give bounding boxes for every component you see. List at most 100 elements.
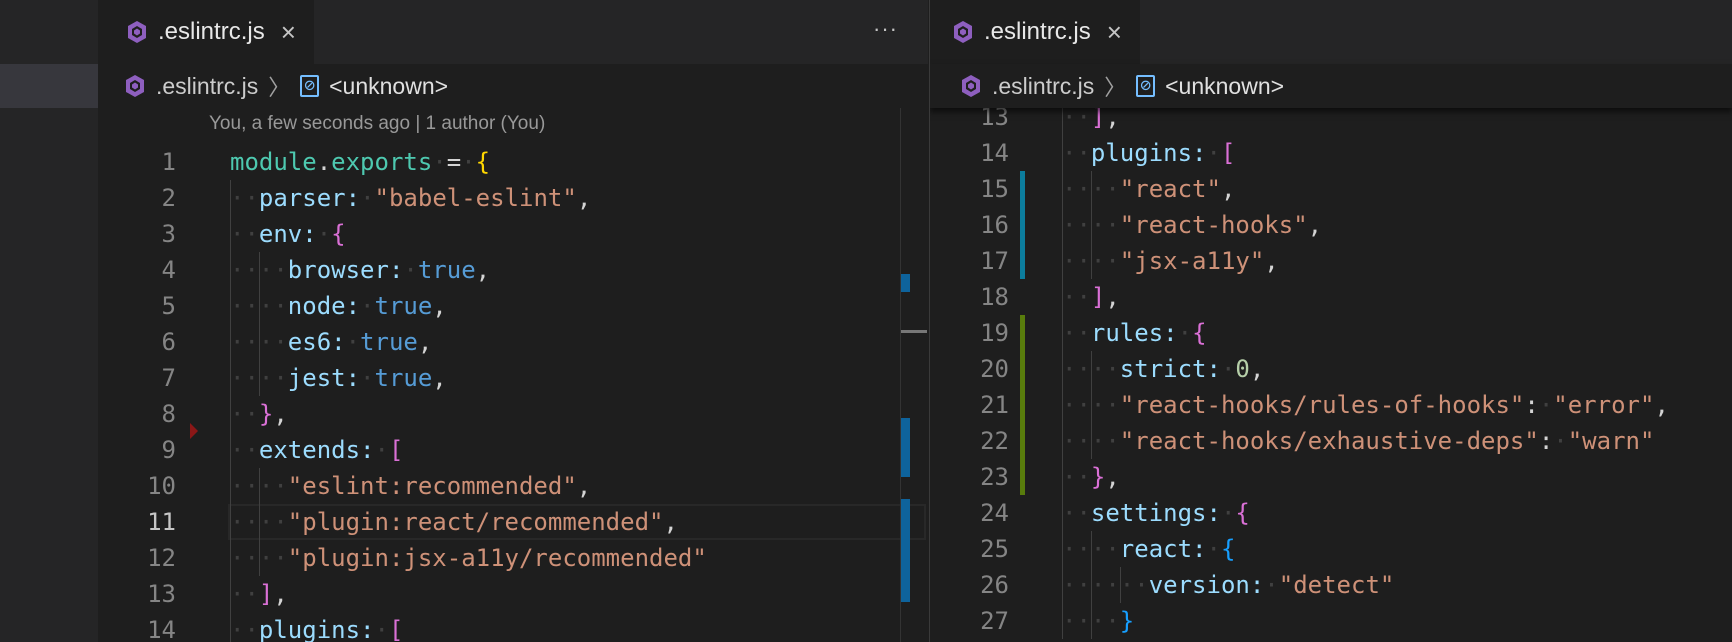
breadcrumb-symbol[interactable]: <unknown> bbox=[1165, 73, 1284, 100]
code-line[interactable]: 6 ····es6:·true, bbox=[98, 324, 928, 360]
whitespace: ·· bbox=[1062, 319, 1091, 347]
code-token: ] bbox=[1090, 283, 1106, 311]
code-token: "react-hooks/exhaustive-deps" bbox=[1119, 427, 1539, 455]
code-line[interactable]: 18 ··], bbox=[930, 279, 1732, 315]
code-token: rules: bbox=[1090, 319, 1178, 347]
whitespace: ·· bbox=[1062, 463, 1091, 491]
breadcrumb-file[interactable]: .eslintrc.js bbox=[156, 73, 258, 100]
whitespace: ···· bbox=[1062, 247, 1120, 275]
code-line[interactable]: 25 ····react:·{ bbox=[930, 531, 1732, 567]
sidebar-selected-item[interactable] bbox=[0, 64, 98, 108]
code-text: ····} bbox=[1062, 603, 1134, 639]
code-line[interactable]: 15 ····"react", bbox=[930, 171, 1732, 207]
code-line[interactable]: 13 ··], bbox=[98, 576, 928, 612]
code-line[interactable]: 12 ····"plugin:jsx-a11y/recommended" bbox=[98, 540, 928, 576]
line-number: 5 bbox=[161, 292, 176, 320]
line-number: 2 bbox=[161, 184, 176, 212]
code-line[interactable]: 2 ··parser:·"babel-eslint", bbox=[98, 180, 928, 216]
whitespace: · bbox=[1206, 535, 1221, 563]
breadcrumb: .eslintrc.js 〉 ⊘ <unknown> bbox=[930, 64, 1732, 108]
code-token: = bbox=[446, 148, 462, 176]
close-icon[interactable]: × bbox=[1107, 17, 1122, 48]
line-number: 13 bbox=[147, 580, 176, 608]
code-token: "eslint:recommended" bbox=[287, 472, 577, 500]
code-token: "babel-eslint" bbox=[374, 184, 577, 212]
deleted-lines-marker[interactable] bbox=[190, 423, 198, 439]
code-token: exports bbox=[331, 148, 433, 176]
code-text: ····"react", bbox=[1062, 171, 1235, 207]
code-token: : bbox=[1538, 427, 1554, 455]
code-token: { bbox=[331, 220, 346, 248]
git-blame-codelens[interactable]: You, a few seconds ago | 1 author (You) bbox=[209, 113, 545, 135]
code-line[interactable]: 11 ····"plugin:react/recommended", bbox=[98, 504, 928, 540]
code-line[interactable]: 9 ··extends:·[ bbox=[98, 432, 928, 468]
code-line[interactable]: 1 module.exports·=·{ bbox=[98, 144, 928, 180]
line-number: 4 bbox=[161, 256, 176, 284]
code-text: ····"react-hooks/exhaustive-deps":·"warn… bbox=[1062, 423, 1654, 459]
ruler-mark bbox=[901, 499, 910, 602]
whitespace: · bbox=[461, 148, 476, 176]
tab-eslintrc[interactable]: .eslintrc.js × bbox=[98, 0, 314, 64]
code-line[interactable]: 7 ····jest:·true, bbox=[98, 360, 928, 396]
line-number: 7 bbox=[161, 364, 176, 392]
whitespace: ·· bbox=[230, 400, 259, 428]
code-text: ··extends:·[ bbox=[230, 432, 403, 468]
code-line[interactable]: 20 ····strict:·0, bbox=[930, 351, 1732, 387]
code-text: ····"react-hooks", bbox=[1062, 207, 1322, 243]
whitespace: ···· bbox=[230, 292, 288, 320]
whitespace: · bbox=[316, 220, 332, 248]
whitespace: · bbox=[360, 184, 375, 212]
line-number: 24 bbox=[980, 499, 1009, 527]
code-line[interactable]: 4 ····browser:·true, bbox=[98, 252, 928, 288]
code-line[interactable]: 21 ····"react-hooks/rules-of-hooks":·"err… bbox=[930, 387, 1732, 423]
ruler-mark bbox=[901, 418, 910, 477]
whitespace: ·· bbox=[230, 184, 259, 212]
close-icon[interactable]: × bbox=[281, 17, 296, 48]
gutter-added-bar[interactable] bbox=[1020, 315, 1025, 495]
code-token: ] bbox=[258, 580, 274, 608]
code-token: "plugin:react/recommended" bbox=[287, 508, 664, 536]
whitespace: · bbox=[1206, 139, 1221, 167]
code-token: , bbox=[1249, 355, 1265, 383]
overview-ruler[interactable] bbox=[900, 108, 927, 642]
code-token: . bbox=[316, 148, 332, 176]
code-line[interactable]: 14 ··plugins:·[ bbox=[930, 135, 1732, 171]
code-line[interactable]: 5 ····node:·true, bbox=[98, 288, 928, 324]
code-line[interactable]: 17 ····"jsx-a11y", bbox=[930, 243, 1732, 279]
whitespace: · bbox=[1220, 499, 1236, 527]
code-token: "react" bbox=[1119, 175, 1221, 203]
code-token: "detect" bbox=[1278, 571, 1395, 599]
line-number: 12 bbox=[147, 544, 176, 572]
code-token: , bbox=[273, 580, 288, 608]
code-text: ··parser:·"babel-eslint", bbox=[230, 180, 591, 216]
code-text: ····"plugin:jsx-a11y/recommended" bbox=[230, 540, 707, 576]
code-line[interactable]: 10 ····"eslint:recommended", bbox=[98, 468, 928, 504]
code-line[interactable]: 26 ······version:·"detect" bbox=[930, 567, 1732, 603]
code-text: ····node:·true, bbox=[230, 288, 447, 324]
gutter-modified-bar[interactable] bbox=[1020, 171, 1025, 279]
line-number: 19 bbox=[980, 319, 1009, 347]
code-line[interactable]: 16 ····"react-hooks", bbox=[930, 207, 1732, 243]
code-line[interactable]: 8 ··}, bbox=[98, 396, 928, 432]
breadcrumb-file[interactable]: .eslintrc.js bbox=[992, 73, 1094, 100]
editor-pane-right: .eslintrc.js × .eslintrc.js 〉 ⊘ <unknown… bbox=[929, 0, 1732, 642]
whitespace: · bbox=[374, 436, 389, 464]
tab-eslintrc[interactable]: .eslintrc.js × bbox=[930, 0, 1140, 64]
code-line[interactable]: 19 ··rules:·{ bbox=[930, 315, 1732, 351]
code-line[interactable]: 14 ··plugins:·[ bbox=[98, 612, 928, 642]
code-token: , bbox=[1105, 283, 1120, 311]
whitespace: ······ bbox=[1062, 571, 1149, 599]
code-line[interactable]: 23 ··}, bbox=[930, 459, 1732, 495]
line-number: 9 bbox=[161, 436, 176, 464]
more-actions-icon[interactable]: ··· bbox=[873, 16, 898, 42]
line-number: 15 bbox=[980, 175, 1009, 203]
line-number: 8 bbox=[161, 400, 176, 428]
code-token: } bbox=[258, 400, 274, 428]
breadcrumb-symbol[interactable]: <unknown> bbox=[329, 73, 448, 100]
code-text: ··env:·{ bbox=[230, 216, 346, 252]
code-line[interactable]: 24 ··settings:·{ bbox=[930, 495, 1732, 531]
code-token: , bbox=[273, 400, 288, 428]
code-line[interactable]: 27 ····} bbox=[930, 603, 1732, 639]
code-line[interactable]: 22 ····"react-hooks/exhaustive-deps":·"wa… bbox=[930, 423, 1732, 459]
code-line[interactable]: 3 ··env:·{ bbox=[98, 216, 928, 252]
